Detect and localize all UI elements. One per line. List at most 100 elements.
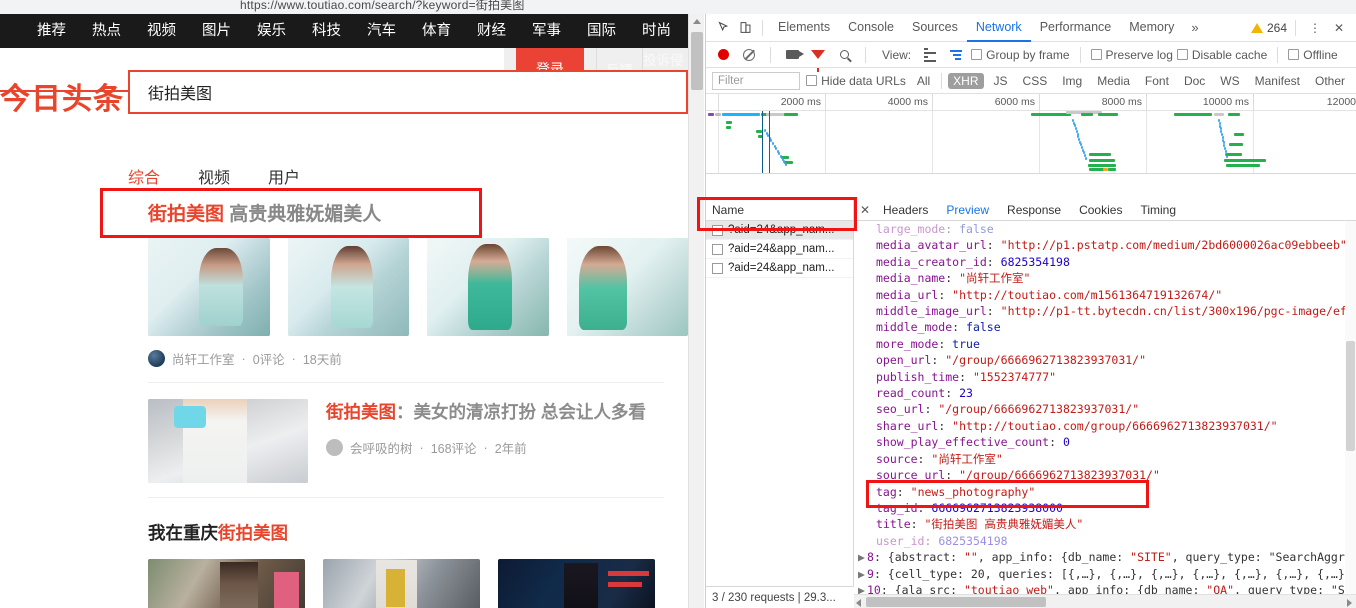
json-vertical-scrollbar[interactable] <box>1345 221 1356 594</box>
section-thumbnail[interactable] <box>323 559 480 608</box>
section-thumbnail[interactable] <box>148 559 305 608</box>
waterfall-view-button[interactable] <box>945 44 967 66</box>
close-detail-icon[interactable]: ✕ <box>856 203 874 217</box>
topnav-item-7[interactable]: 体育 <box>409 14 464 48</box>
filter-toggle-button[interactable] <box>807 44 829 72</box>
site-logo[interactable]: 今日头条 <box>0 74 124 118</box>
record-button[interactable] <box>712 44 734 66</box>
search-result-item-1[interactable]: 街拍美图 高贵典雅妩媚美人 尚轩工作室 · 0评论 · 18天前 <box>0 200 688 368</box>
json-horizontal-scrollbar[interactable] <box>854 594 1356 608</box>
preserve-log-checkbox[interactable]: Preserve log <box>1090 48 1173 62</box>
type-filter-js[interactable]: JS <box>989 73 1013 89</box>
type-filter-xhr[interactable]: XHR <box>948 72 984 89</box>
type-filter-img[interactable]: Img <box>1057 73 1087 89</box>
detail-tab-headers[interactable]: Headers <box>874 200 937 220</box>
response-preview-json[interactable]: large_mode: false media_avatar_url: "http… <box>854 221 1356 594</box>
close-devtools-icon[interactable]: ✕ <box>1328 17 1350 39</box>
topnav-item-0[interactable]: 推荐 <box>24 14 79 48</box>
group-by-frame-checkbox[interactable]: Group by frame <box>971 48 1070 62</box>
result-thumbnail[interactable] <box>287 238 409 336</box>
json-hscrollbar-thumb[interactable] <box>866 597 1046 607</box>
requests-rows[interactable]: ?aid=24&app_nam... ?aid=24&app_nam... ?aid… <box>706 221 853 278</box>
list-view-button[interactable] <box>919 44 941 66</box>
result-tab-1[interactable]: 视频 <box>198 164 230 188</box>
expand-triangle-icon[interactable]: ▶ <box>858 582 867 594</box>
topnav-item-10[interactable]: 国际 <box>574 14 629 48</box>
request-row[interactable]: ?aid=24&app_nam... <box>706 240 853 259</box>
type-filter-media[interactable]: Media <box>1092 73 1135 89</box>
request-row[interactable]: ?aid=24&app_nam... <box>706 221 853 240</box>
section-thumbnail[interactable] <box>498 559 655 608</box>
page-scrollbar[interactable] <box>688 14 704 608</box>
result-thumbnail[interactable] <box>427 238 549 336</box>
expand-triangle-icon[interactable]: ▶ <box>858 549 867 565</box>
topnav-item-5[interactable]: 科技 <box>299 14 354 48</box>
detail-tab-cookies[interactable]: Cookies <box>1070 200 1131 220</box>
topnav-item-6[interactable]: 汽车 <box>354 14 409 48</box>
type-filter-doc[interactable]: Doc <box>1179 73 1210 89</box>
hscroll-left-arrow-icon[interactable] <box>856 599 861 607</box>
result-tab-0[interactable]: 综合 <box>128 164 160 188</box>
resource-type-filters[interactable]: All XHR JS CSS Img Media Font Doc WS Manifest Othe… <box>912 72 1350 89</box>
hide-data-urls-checkbox[interactable]: Hide data URLs <box>806 74 906 88</box>
type-filter-other[interactable]: Other <box>1310 73 1350 89</box>
result-thumbnail-2[interactable] <box>148 399 308 483</box>
hscroll-right-arrow-icon[interactable] <box>1347 599 1352 607</box>
search-result-item-2[interactable]: 街拍美图：美女的清凉打扮 总会让人多看 会呼吸的树 · 168评论 · 2年前 <box>0 399 688 483</box>
result-thumbnail[interactable] <box>148 238 270 336</box>
type-filter-font[interactable]: Font <box>1140 73 1174 89</box>
filter-input[interactable]: Filter <box>712 71 801 90</box>
inspect-element-icon[interactable] <box>712 17 734 39</box>
topnav-item-4[interactable]: 娱乐 <box>244 14 299 48</box>
network-overview-timeline[interactable]: 2000 ms 4000 ms 6000 ms 8000 ms 10000 ms 1200… <box>706 94 1356 174</box>
topnav-item-1[interactable]: 热点 <box>79 14 134 48</box>
json-vscrollbar-thumb[interactable] <box>1346 341 1355 451</box>
json-collapsed-row-8[interactable]: ▶ 8: {abstract: "", app_info: {db_name: "… <box>854 549 1356 565</box>
topnav-item-8[interactable]: 财经 <box>464 14 519 48</box>
topnav-item-11[interactable]: 时尚 <box>629 14 684 48</box>
clear-button[interactable] <box>738 44 760 66</box>
section-heading[interactable]: 我在重庆街拍美图 <box>148 520 688 545</box>
result-author-1[interactable]: 尚轩工作室 <box>172 349 235 368</box>
devtools-tab-performance[interactable]: Performance <box>1031 14 1121 42</box>
type-filter-all[interactable]: All <box>912 73 935 89</box>
result-title-2[interactable]: 街拍美图：美女的清凉打扮 总会让人多看 <box>326 399 688 425</box>
request-detail-tabs[interactable]: ✕ Headers Preview Response Cookies Timing <box>854 200 1356 221</box>
result-tab-2[interactable]: 用户 <box>268 164 300 188</box>
detail-tab-response[interactable]: Response <box>998 200 1070 220</box>
topnav-item-2[interactable]: 视频 <box>134 14 189 48</box>
more-tabs-icon[interactable]: » <box>1183 20 1206 35</box>
json-collapsed-row-10[interactable]: ▶ 10: {ala_src: "toutiao_web", app_info: … <box>854 582 1356 594</box>
devtools-tab-network[interactable]: Network <box>966 14 1031 42</box>
page-scrollbar-thumb[interactable] <box>691 32 703 90</box>
search-input[interactable]: 街拍美图 <box>128 70 688 114</box>
type-filter-css[interactable]: CSS <box>1018 73 1053 89</box>
result-title-1[interactable]: 街拍美图 高贵典雅妩媚美人 <box>148 200 688 230</box>
detail-tab-timing[interactable]: Timing <box>1131 200 1185 220</box>
detail-tab-preview[interactable]: Preview <box>937 200 998 220</box>
expand-triangle-icon[interactable]: ▶ <box>858 566 867 582</box>
devtools-main-tabs[interactable]: Elements Console Sources Network Performance… <box>769 14 1183 42</box>
warning-badge[interactable]: 264 <box>1250 21 1287 35</box>
type-filter-ws[interactable]: WS <box>1215 73 1244 89</box>
devtools-tab-console[interactable]: Console <box>839 14 903 42</box>
json-collapsed-row-9[interactable]: ▶ 9: {cell_type: 20, queries: [{,…}, {,…}… <box>854 566 1356 582</box>
offline-checkbox[interactable]: Offline <box>1288 48 1338 62</box>
request-row[interactable]: ?aid=24&app_nam... <box>706 259 853 278</box>
topnav-item-9[interactable]: 军事 <box>519 14 574 48</box>
detail-tab-list[interactable]: Headers Preview Response Cookies Timing <box>874 200 1185 220</box>
search-result-tabs[interactable]: 综合 视频 用户 <box>128 164 300 188</box>
devtools-tab-elements[interactable]: Elements <box>769 14 839 42</box>
result-author-2[interactable]: 会呼吸的树 <box>350 438 413 457</box>
devtools-tab-memory[interactable]: Memory <box>1120 14 1183 42</box>
requests-column-header[interactable]: Name <box>706 200 853 221</box>
result-thumbnail[interactable] <box>566 238 688 336</box>
disable-cache-checkbox[interactable]: Disable cache <box>1176 48 1267 62</box>
type-filter-manifest[interactable]: Manifest <box>1250 73 1305 89</box>
topnav-item-3[interactable]: 图片 <box>189 14 244 48</box>
device-toolbar-icon[interactable] <box>734 17 756 39</box>
scroll-up-arrow-icon[interactable] <box>692 19 701 24</box>
site-top-navigation[interactable]: 推荐热点视频图片娱乐科技汽车体育财经军事国际时尚旅游更多∨ <box>0 14 688 48</box>
devtools-menu-icon[interactable]: ⋮ <box>1304 17 1326 39</box>
devtools-tab-sources[interactable]: Sources <box>903 14 967 42</box>
